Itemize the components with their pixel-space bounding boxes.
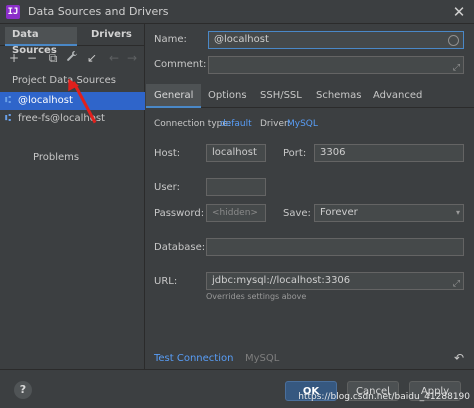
url-field[interactable]: jdbc:mysql://localhost:3306 ⤢ [206,272,464,290]
database-icon: ⑆ [5,95,11,106]
comment-field[interactable]: ⤢ [208,56,464,74]
host-field[interactable]: localhost [206,144,266,162]
window-titlebar: IJ Data Sources and Drivers ✕ [0,0,474,24]
add-icon[interactable]: + [6,50,22,66]
close-icon[interactable]: ✕ [450,3,468,21]
tab-ssh-ssl[interactable]: SSH/SSL [260,84,302,108]
driver-footer-label: MySQL [245,353,280,364]
chevron-down-icon: ▾ [455,208,460,217]
password-label: Password: [154,208,205,219]
forward-icon[interactable]: → [124,50,140,66]
data-source-item-localhost[interactable]: ⑆ @localhost [0,92,145,110]
save-value: Forever [320,207,358,218]
tab-general[interactable]: General [146,84,202,108]
database-field[interactable] [206,238,464,256]
copy-icon[interactable]: ⧉ [45,50,61,66]
password-field[interactable]: <hidden> [206,204,266,222]
problems-item[interactable]: Problems [33,152,79,163]
name-field[interactable]: @localhost [208,31,464,49]
tab-schemas[interactable]: Schemas [316,84,361,108]
import-icon[interactable]: ↙ [84,50,100,66]
host-label: Host: [154,148,181,159]
comment-label: Comment: [154,59,207,70]
data-source-item-free-fs[interactable]: ⑆ free-fs@localhost [0,110,145,128]
test-connection-link[interactable]: Test Connection [154,353,233,364]
connection-type-link[interactable]: default [220,119,252,129]
data-source-toolbar: + − ⧉ ↙ ← → [0,48,145,70]
help-button[interactable]: ? [14,381,32,399]
app-icon: IJ [6,5,20,19]
database-label: Database: [154,242,206,253]
undo-icon[interactable]: ↶ [454,351,464,365]
port-label: Port: [283,148,307,159]
dialog-footer: ? OK Cancel Apply https://blog.csdn.net/… [0,369,474,408]
watermark-text: https://blog.csdn.net/baidu_41288190 [298,392,470,402]
tab-options[interactable]: Options [208,84,247,108]
driver-link[interactable]: MySQL [287,119,318,129]
tab-data-sources[interactable]: Data Sources [5,27,77,56]
url-label: URL: [154,276,178,287]
window-title: Data Sources and Drivers [28,5,169,18]
right-panel: Name: @localhost Comment: ⤢ General Opti… [146,24,474,369]
settings-tabs: General Options SSH/SSL Schemas Advanced [146,84,474,108]
name-label: Name: [154,34,187,45]
save-label: Save: [283,208,311,219]
name-value: @localhost [214,34,269,45]
user-field[interactable] [206,178,266,196]
url-value: jdbc:mysql://localhost:3306 [212,275,351,286]
left-panel: Data Sources Drivers + − ⧉ ↙ ← → Project… [0,24,145,369]
data-source-label: @localhost [18,95,73,106]
tab-drivers[interactable]: Drivers [91,27,132,43]
expand-icon[interactable]: ⤢ [453,276,460,292]
password-placeholder: <hidden> [212,208,258,218]
wrench-icon[interactable] [64,50,80,66]
database-icon: ⑆ [5,113,11,124]
save-select[interactable]: Forever ▾ [314,204,464,222]
url-hint: Overrides settings above [206,292,307,301]
port-field[interactable]: 3306 [314,144,464,162]
remove-icon[interactable]: − [24,50,40,66]
expand-icon[interactable]: ⤢ [453,60,460,76]
color-circle-icon[interactable] [448,35,459,46]
left-tabs: Data Sources Drivers [0,24,145,56]
user-label: User: [154,182,180,193]
tab-advanced[interactable]: Advanced [373,84,422,108]
back-icon[interactable]: ← [106,50,122,66]
driver-label: Driver: [260,119,291,129]
